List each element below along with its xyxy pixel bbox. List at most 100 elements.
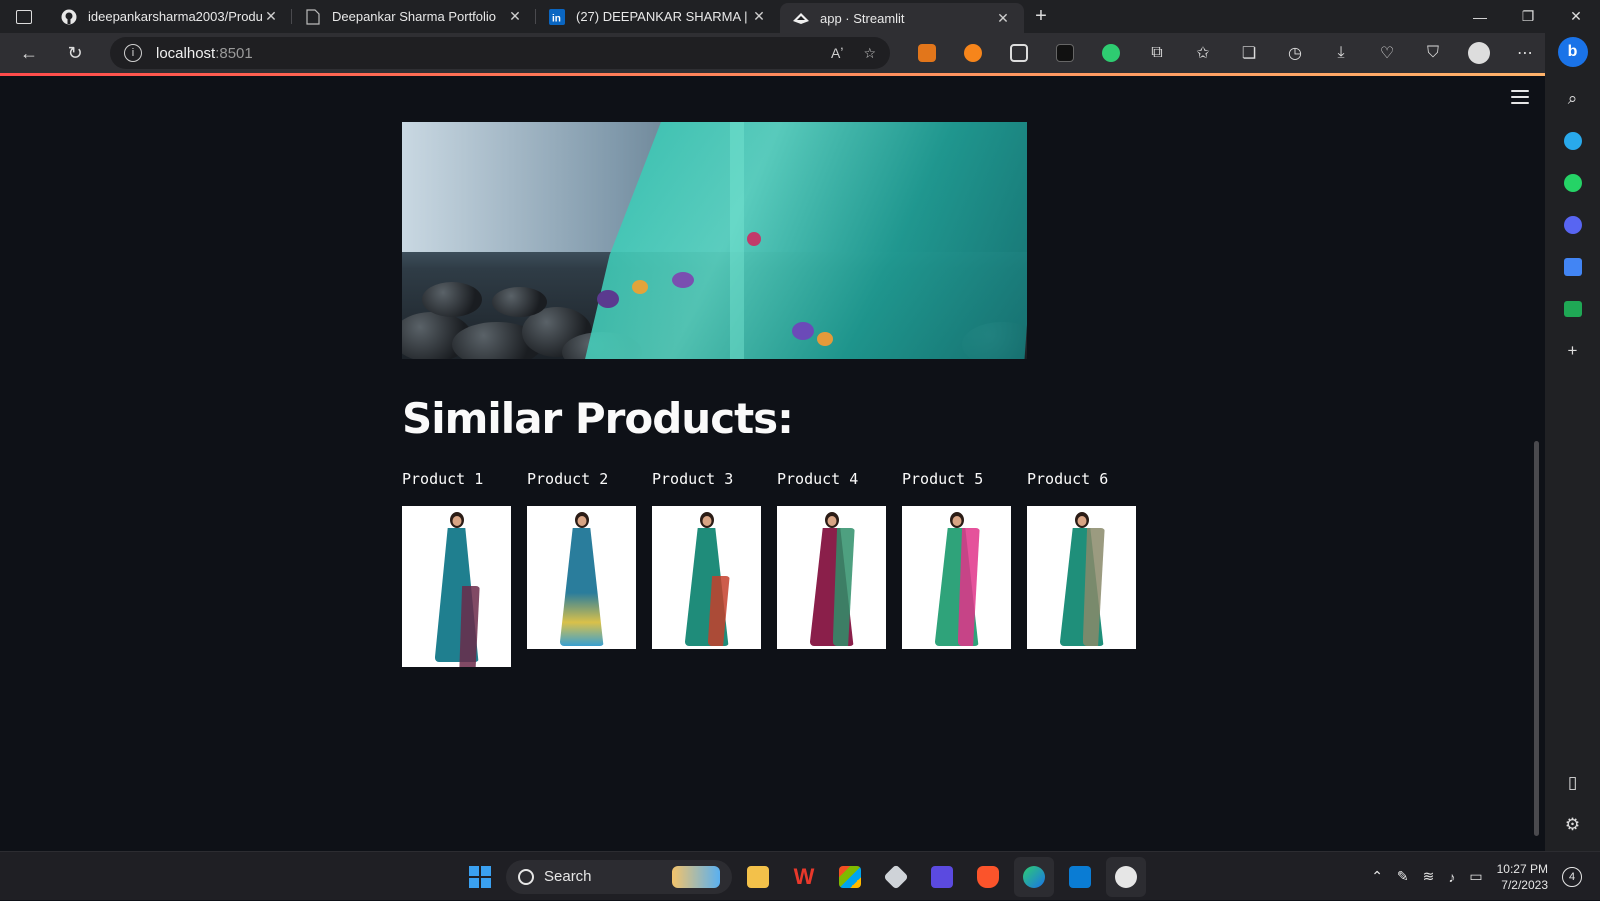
product-image: [652, 506, 761, 649]
product-label: Product 3: [652, 470, 734, 488]
favorite-star-icon[interactable]: ☆: [863, 45, 876, 62]
taskbar-search[interactable]: Search: [506, 859, 732, 894]
fox-extension-icon[interactable]: [950, 33, 996, 73]
obs-studio-icon[interactable]: [1106, 856, 1146, 897]
restore-button[interactable]: ❐: [1504, 0, 1552, 33]
browser-tab-streamlit[interactable]: app · Streamlit ✕: [780, 3, 1024, 33]
screen-capture-icon[interactable]: [996, 33, 1042, 73]
back-arrow-icon: ←: [20, 42, 38, 63]
file-explorer-icon[interactable]: [738, 857, 778, 897]
wps-office-icon[interactable]: W: [784, 857, 824, 897]
product-label: Product 2: [527, 470, 609, 488]
more-options-icon[interactable]: ⋯: [1502, 33, 1548, 73]
product-label: Product 5: [902, 470, 984, 488]
unity-hub-icon[interactable]: [876, 857, 916, 897]
main-menu-button[interactable]: [1511, 90, 1529, 104]
close-tab-icon[interactable]: ✕: [994, 10, 1012, 27]
product-image: [402, 506, 511, 667]
address-bar[interactable]: i localhost:8501 Aʼ ☆: [110, 37, 890, 69]
start-windows-icon[interactable]: [460, 857, 500, 897]
browser-tab-portfolio[interactable]: Deepankar Sharma Portfolio ✕: [292, 0, 536, 33]
editor-app-icon[interactable]: [922, 857, 962, 897]
whatsapp-icon[interactable]: [1555, 165, 1591, 201]
edge-sidebar: b ⌕ + ▯ ⚙: [1545, 33, 1600, 851]
product-label: Product 4: [777, 470, 859, 488]
microsoft-store-icon[interactable]: [830, 857, 870, 897]
clock-time: 10:27 PM: [1496, 861, 1548, 876]
taskbar-search-label: Search: [544, 868, 592, 885]
taskbar-apps: Search W: [460, 852, 1146, 901]
show-hidden-icons-icon[interactable]: ⌃: [1371, 868, 1383, 885]
history-icon[interactable]: ◷: [1272, 33, 1318, 73]
notification-badge[interactable]: 4: [1562, 866, 1582, 887]
tab-title: app · Streamlit: [820, 10, 905, 26]
new-tab-button[interactable]: +: [1024, 0, 1058, 33]
tab-title: ideepankarsharma2003/ProductI: [88, 9, 262, 24]
close-tab-icon[interactable]: ✕: [506, 8, 524, 25]
product-card: Product 6: [1027, 470, 1136, 667]
favorites-icon[interactable]: ✩: [1180, 33, 1226, 73]
page-scrollbar[interactable]: [1534, 441, 1539, 836]
dark-reader-icon[interactable]: [1042, 33, 1088, 73]
minimize-button[interactable]: —: [1456, 0, 1504, 33]
address-host: localhost: [156, 44, 216, 62]
tab-actions-icon: [16, 9, 32, 24]
search-highlight-icon: [672, 865, 720, 888]
linkedin-icon: in: [548, 8, 566, 26]
search-icon[interactable]: ⌕: [1555, 81, 1591, 117]
volume-icon[interactable]: ♪: [1448, 869, 1455, 885]
profile-avatar[interactable]: [1456, 33, 1502, 73]
product-card: Product 2: [527, 470, 636, 667]
tab-title: Deepankar Sharma Portfolio: [332, 9, 497, 24]
plus-icon: +: [1035, 5, 1047, 27]
streamlit-icon: [792, 9, 810, 27]
back-button[interactable]: ←: [6, 33, 52, 73]
product-image: [777, 506, 886, 649]
add-extension-icon[interactable]: [1088, 33, 1134, 73]
site-info-icon[interactable]: i: [124, 44, 142, 62]
uploaded-product-image: [402, 122, 1027, 359]
discord-icon[interactable]: [1555, 207, 1591, 243]
performance-icon[interactable]: ♡: [1364, 33, 1410, 73]
close-tab-icon[interactable]: ✕: [750, 8, 768, 25]
collections-icon[interactable]: ❏: [1226, 33, 1272, 73]
svg-text:in: in: [552, 13, 561, 24]
system-clock[interactable]: 10:27 PM 7/2/2023: [1497, 861, 1548, 893]
github-icon: [60, 8, 78, 26]
edge-browser-icon[interactable]: [1014, 856, 1054, 897]
product-image: [527, 506, 636, 649]
vscode-icon[interactable]: [1060, 857, 1100, 897]
sidebar-settings-icon[interactable]: ⚙: [1555, 807, 1591, 843]
browser-essentials-icon[interactable]: ⛉: [1410, 33, 1456, 73]
browser-tab-linkedin[interactable]: in (27) DEEPANKAR SHARMA | Link ✕: [536, 0, 780, 33]
translate-icon[interactable]: [1555, 249, 1591, 285]
browser-tab-github[interactable]: ideepankarsharma2003/ProductI ✕: [48, 0, 292, 33]
clock-date: 7/2/2023: [1501, 877, 1548, 892]
similar-products-heading: Similar Products:: [402, 394, 794, 443]
add-sidebar-app-icon[interactable]: +: [1555, 333, 1591, 369]
product-image: [902, 506, 1011, 649]
battery-icon[interactable]: ▭: [1469, 868, 1482, 885]
read-aloud-icon[interactable]: Aʼ: [831, 45, 843, 62]
address-port: :8501: [215, 44, 253, 62]
hide-sidebar-icon[interactable]: ▯: [1555, 765, 1591, 801]
window-controls: — ❐ ✕: [1456, 0, 1600, 33]
extensions-puzzle-icon[interactable]: ⧉: [1134, 33, 1180, 73]
product-label: Product 6: [1027, 470, 1109, 488]
brave-browser-icon[interactable]: [968, 857, 1008, 897]
chat-icon[interactable]: [1555, 291, 1591, 327]
telegram-icon[interactable]: [1555, 123, 1591, 159]
bing-copilot-icon[interactable]: b: [1557, 37, 1588, 67]
refresh-button[interactable]: ↻: [52, 33, 98, 73]
windows-taskbar: Search W ⌃ ✎ ≋ ♪ ▭ 10:27 PM 7/2/2023 4: [0, 851, 1600, 900]
wifi-icon[interactable]: ≋: [1423, 868, 1435, 885]
downloads-icon[interactable]: ⤓: [1318, 33, 1364, 73]
browser-tab-strip: ideepankarsharma2003/ProductI ✕ Deepanka…: [0, 0, 1600, 33]
page-icon: [304, 8, 322, 26]
close-window-button[interactable]: ✕: [1552, 0, 1600, 33]
product-columns: Product 1 Product 2 Product 3 Product 4 …: [402, 470, 1136, 667]
tab-actions-button[interactable]: [0, 0, 48, 33]
metamask-icon[interactable]: [904, 33, 950, 73]
close-tab-icon[interactable]: ✕: [262, 8, 280, 25]
pen-icon[interactable]: ✎: [1397, 868, 1409, 885]
